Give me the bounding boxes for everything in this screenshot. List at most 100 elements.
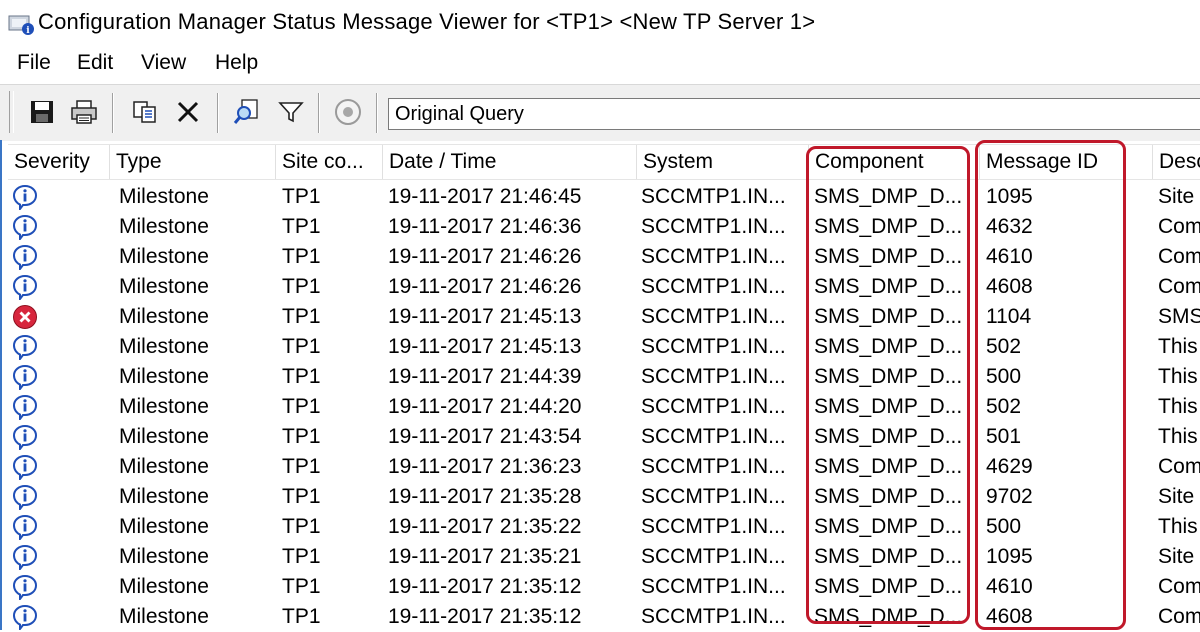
cell-site-code: TP1	[282, 515, 321, 538]
cell-system: SCCMTP1.IN...	[641, 395, 786, 418]
cell-site-code: TP1	[282, 545, 321, 568]
cell-date-time: 19-11-2017 21:35:12	[388, 605, 582, 628]
filter-icon	[278, 102, 304, 123]
cell-system: SCCMTP1.IN...	[641, 305, 786, 328]
column-header-type[interactable]: Type	[110, 145, 276, 179]
cell-system: SCCMTP1.IN...	[641, 575, 786, 598]
cell-type: Milestone	[119, 605, 209, 628]
print-icon	[71, 100, 97, 124]
toolbar-separator	[376, 93, 378, 133]
cell-description: This	[1158, 395, 1198, 418]
column-header-severity[interactable]: Severity	[8, 145, 110, 179]
cell-type: Milestone	[119, 425, 209, 448]
info-icon	[12, 574, 38, 600]
column-header-date-time[interactable]: Date / Time	[383, 145, 637, 179]
cell-site-code: TP1	[282, 245, 321, 268]
find-icon	[233, 99, 258, 124]
cell-date-time: 19-11-2017 21:44:20	[388, 395, 582, 418]
cell-date-time: 19-11-2017 21:46:45	[388, 185, 582, 208]
query-selector[interactable]: Original Query	[388, 98, 1200, 130]
cell-system: SCCMTP1.IN...	[641, 515, 786, 538]
cell-type: Milestone	[119, 185, 209, 208]
toolbar-separator	[318, 93, 320, 133]
cell-type: Milestone	[119, 305, 209, 328]
cell-description: Com	[1158, 605, 1200, 628]
component-column-highlight	[806, 146, 970, 624]
column-header-description[interactable]: Desc	[1153, 145, 1200, 179]
cell-description: Com	[1158, 455, 1200, 478]
toolbar-grip[interactable]	[9, 91, 14, 133]
info-icon	[12, 424, 38, 450]
cell-description: Com	[1158, 215, 1200, 238]
menu-view[interactable]: View	[141, 51, 186, 75]
info-icon	[12, 544, 38, 570]
cell-description: Site	[1158, 545, 1195, 568]
cell-type: Milestone	[119, 485, 209, 508]
cell-system: SCCMTP1.IN...	[641, 365, 786, 388]
copy-button[interactable]	[128, 96, 162, 128]
error-icon	[13, 305, 37, 329]
delete-icon	[177, 101, 199, 123]
stop-icon	[335, 99, 361, 125]
cell-system: SCCMTP1.IN...	[641, 605, 786, 628]
cell-site-code: TP1	[282, 485, 321, 508]
column-header-system[interactable]: System	[637, 145, 809, 179]
menu-help[interactable]: Help	[215, 51, 258, 75]
window-title: Configuration Manager Status Message Vie…	[38, 9, 816, 34]
cell-site-code: TP1	[282, 575, 321, 598]
cell-description: This	[1158, 335, 1198, 358]
info-icon	[12, 514, 38, 540]
info-icon	[12, 184, 38, 210]
cell-site-code: TP1	[282, 365, 321, 388]
cell-system: SCCMTP1.IN...	[641, 275, 786, 298]
cell-site-code: TP1	[282, 335, 321, 358]
info-icon	[12, 394, 38, 420]
info-icon	[12, 604, 38, 630]
menu-edit[interactable]: Edit	[77, 51, 113, 75]
save-icon	[31, 101, 53, 123]
toolbar-separator	[112, 93, 114, 133]
delete-button[interactable]	[171, 96, 205, 128]
cell-type: Milestone	[119, 395, 209, 418]
info-icon	[12, 484, 38, 510]
cell-description: This	[1158, 515, 1198, 538]
cell-type: Milestone	[119, 365, 209, 388]
cell-date-time: 19-11-2017 21:36:23	[388, 455, 582, 478]
cell-description: This	[1158, 365, 1198, 388]
stop-button[interactable]	[331, 96, 365, 128]
save-button[interactable]	[25, 96, 59, 128]
cell-type: Milestone	[119, 455, 209, 478]
cell-description: Com	[1158, 275, 1200, 298]
print-button[interactable]	[67, 96, 101, 128]
cell-system: SCCMTP1.IN...	[641, 485, 786, 508]
cell-type: Milestone	[119, 215, 209, 238]
cell-description: SMS	[1158, 305, 1200, 328]
cell-site-code: TP1	[282, 275, 321, 298]
info-icon	[12, 364, 38, 390]
cell-system: SCCMTP1.IN...	[641, 545, 786, 568]
cell-description: Site	[1158, 485, 1195, 508]
find-button[interactable]	[230, 96, 264, 128]
cell-site-code: TP1	[282, 455, 321, 478]
cell-system: SCCMTP1.IN...	[641, 185, 786, 208]
toolbar: Original Query	[0, 84, 1200, 141]
toolbar-separator	[217, 93, 219, 133]
column-header-site-code[interactable]: Site co...	[276, 145, 383, 179]
cell-site-code: TP1	[282, 215, 321, 238]
cell-date-time: 19-11-2017 21:45:13	[388, 305, 582, 328]
cell-date-time: 19-11-2017 21:46:36	[388, 215, 582, 238]
menu-file[interactable]: File	[17, 51, 51, 75]
cell-date-time: 19-11-2017 21:35:12	[388, 575, 582, 598]
cell-date-time: 19-11-2017 21:35:28	[388, 485, 582, 508]
info-icon	[12, 334, 38, 360]
cell-description: This	[1158, 425, 1198, 448]
filter-button[interactable]	[274, 96, 308, 128]
message-id-column-highlight	[975, 140, 1126, 630]
cell-site-code: TP1	[282, 605, 321, 628]
cell-description: Com	[1158, 575, 1200, 598]
cell-date-time: 19-11-2017 21:35:21	[388, 545, 582, 568]
cell-date-time: 19-11-2017 21:46:26	[388, 245, 582, 268]
info-icon	[12, 454, 38, 480]
cell-type: Milestone	[119, 275, 209, 298]
cell-system: SCCMTP1.IN...	[641, 245, 786, 268]
